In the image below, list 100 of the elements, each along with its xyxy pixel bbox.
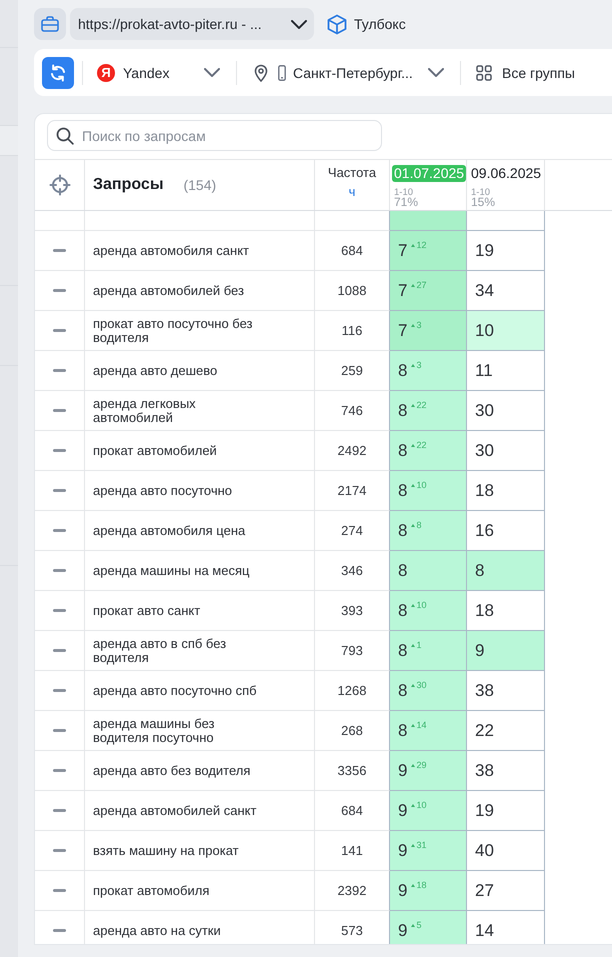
position-value: 16 (475, 520, 494, 540)
region-dropdown[interactable]: Санкт-Петербург... (244, 56, 452, 88)
position-change: 3 (416, 321, 422, 330)
position-value: 40 (475, 840, 494, 860)
query-cell: прокат автомобиля (85, 871, 315, 911)
projects-button[interactable] (34, 8, 66, 40)
position-value: 10 (475, 320, 494, 340)
position-change: 27 (416, 281, 426, 290)
position-change: 1 (416, 641, 422, 650)
dash-icon (53, 409, 66, 412)
position-value: 19 (475, 800, 494, 820)
refresh-button[interactable] (42, 56, 74, 88)
query-cell: прокат авто санкт (85, 591, 315, 631)
position-change: 14 (416, 721, 426, 730)
position-change: 22 (416, 401, 426, 410)
query-cell: аренда авто на сутки (85, 911, 315, 944)
up-triangle-icon (411, 284, 416, 287)
position-value: 30 (475, 440, 494, 460)
position-value: 7 (398, 280, 408, 300)
chevron-down-icon (291, 20, 307, 28)
position-value: 18 (475, 480, 494, 500)
position-value: 9 (398, 800, 408, 820)
up-triangle-icon (411, 884, 416, 887)
position-change: 12 (416, 241, 426, 250)
query-cell: прокат авто посуточно без водителя (85, 311, 315, 351)
engine-logo: Я (97, 64, 115, 82)
date-header[interactable]: 09.06.2025 (469, 165, 544, 182)
frequency-type-link[interactable]: ч (348, 185, 356, 198)
position-value: 38 (475, 760, 494, 780)
position-value: 8 (398, 720, 408, 740)
up-triangle-icon (411, 524, 416, 527)
query-cell: аренда машины на месяц (85, 551, 315, 591)
position-change: 18 (416, 881, 426, 890)
position-change: 29 (416, 761, 426, 770)
position-value: 8 (398, 480, 408, 500)
up-triangle-icon (411, 764, 416, 767)
dash-icon (53, 929, 66, 932)
dash-icon (53, 769, 66, 772)
up-triangle-icon (411, 724, 416, 727)
rank-share: 15% (470, 197, 496, 208)
dash-icon (53, 289, 66, 292)
up-triangle-icon (411, 244, 416, 247)
position-change: 31 (416, 841, 426, 850)
up-triangle-icon (411, 844, 416, 847)
position-value: 38 (475, 680, 494, 700)
up-triangle-icon (411, 444, 416, 447)
dash-icon (53, 369, 66, 372)
position-change: 10 (416, 801, 426, 810)
chevron-down-icon (428, 68, 444, 77)
position-change: 10 (416, 481, 426, 490)
position-value: 8 (398, 360, 408, 380)
position-value: 8 (398, 560, 408, 580)
refresh-icon (49, 64, 67, 82)
position-change: 30 (416, 681, 426, 690)
position-value: 14 (475, 920, 494, 940)
rank-range: 1-10 (393, 188, 414, 197)
query-cell: прокат автомобилей (85, 431, 315, 471)
position-value: 7 (398, 320, 408, 340)
position-change: 3 (416, 361, 422, 370)
crosshair-icon[interactable] (48, 174, 70, 196)
groups-dropdown[interactable]: Все группы (468, 56, 583, 88)
search-engine-dropdown[interactable]: Я Yandex (90, 56, 228, 88)
dash-icon (53, 489, 66, 492)
query-cell: аренда легковых автомобилей (85, 391, 315, 431)
column-header: Частота (328, 165, 376, 180)
project-dropdown[interactable]: https://prokat-avto-piter.ru - ... (70, 8, 314, 40)
briefcase-icon (41, 16, 59, 32)
up-triangle-icon (411, 404, 416, 407)
up-triangle-icon (411, 924, 416, 927)
dash-icon (53, 729, 66, 732)
toolbox-button[interactable]: Тулбокс (327, 12, 406, 36)
position-value: 9 (398, 880, 408, 900)
up-triangle-icon (411, 364, 416, 367)
query-cell: аренда автомобилей санкт (85, 791, 315, 831)
up-triangle-icon (411, 804, 416, 807)
query-cell: аренда авто посуточно (85, 471, 315, 511)
dash-icon (53, 809, 66, 812)
position-value: 8 (398, 400, 408, 420)
query-cell: аренда авто без водителя (85, 751, 315, 791)
position-value: 8 (398, 680, 408, 700)
dash-icon (53, 689, 66, 692)
dash-icon (53, 329, 66, 332)
position-value: 34 (475, 280, 494, 300)
dash-icon (53, 849, 66, 852)
dash-icon (53, 249, 66, 252)
up-triangle-icon (411, 484, 416, 487)
position-value: 19 (475, 240, 494, 260)
position-value: 9 (475, 640, 484, 660)
position-value: 11 (475, 360, 493, 380)
position-change: 10 (416, 601, 426, 610)
map-pin-icon (254, 64, 268, 82)
rank-share: 71% (393, 197, 418, 208)
query-cell: аренда автомобилей без (85, 271, 315, 311)
position-value: 9 (398, 840, 408, 860)
grid-icon (476, 64, 492, 80)
search-field[interactable]: Поиск по запросам (47, 120, 382, 151)
query-cell: аренда авто посуточно спб (85, 671, 315, 711)
position-value: 8 (398, 440, 408, 460)
query-cell: взять машину на прокат (85, 831, 315, 871)
dash-icon (53, 889, 66, 892)
